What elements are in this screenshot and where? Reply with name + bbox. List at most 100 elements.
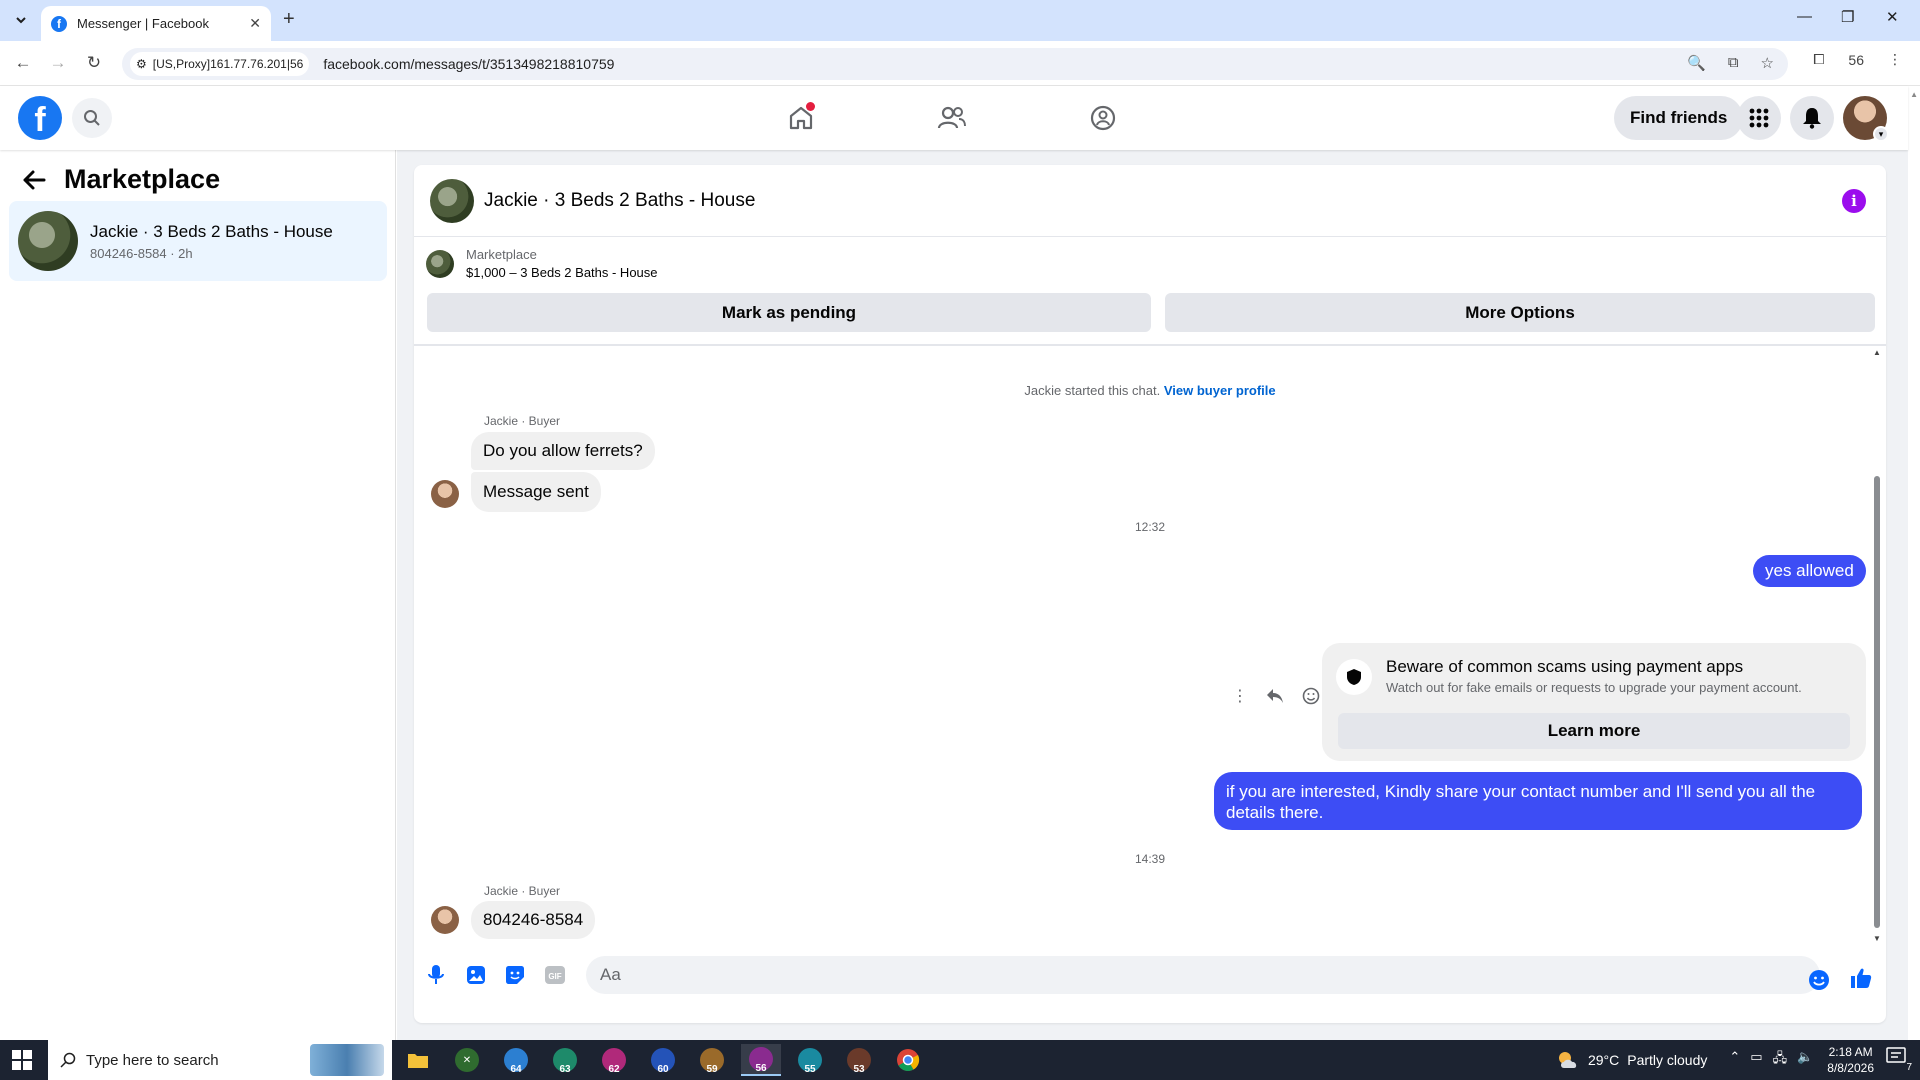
outgoing-message[interactable]: yes allowed: [1753, 555, 1866, 587]
reload-button[interactable]: ↻: [82, 51, 106, 75]
close-window-button[interactable]: ✕: [1886, 8, 1899, 26]
start-button[interactable]: [12, 1050, 32, 1070]
volume-icon[interactable]: 🔈: [1797, 1049, 1813, 1071]
menu-button[interactable]: [1737, 96, 1781, 140]
browser-profile-icon: 64: [504, 1048, 528, 1075]
outgoing-message[interactable]: if you are interested, Kindly share your…: [1214, 772, 1862, 830]
info-icon[interactable]: i: [1842, 189, 1866, 213]
chat-header: Jackie · 3 Beds 2 Baths - House i: [414, 165, 1886, 237]
react-smile-icon[interactable]: [1302, 687, 1320, 705]
sender-label: Jackie · Buyer: [484, 884, 561, 898]
scam-warning-subtitle: Watch out for fake emails or requests to…: [1386, 680, 1802, 695]
browser-profile-icon: 60: [651, 1048, 675, 1075]
send-like-button[interactable]: [1847, 964, 1875, 992]
listing-summary[interactable]: Marketplace $1,000 – 3 Beds 2 Baths - Ho…: [426, 247, 658, 280]
sticker-button[interactable]: [501, 961, 529, 989]
scam-warning-card: Beware of common scams using payment app…: [1322, 643, 1866, 761]
taskbar-app[interactable]: 59: [692, 1044, 732, 1076]
back-arrow-icon[interactable]: [22, 169, 46, 191]
taskbar-search-placeholder: Type here to search: [86, 1051, 219, 1069]
reply-icon[interactable]: [1266, 688, 1284, 704]
scroll-down-arrow[interactable]: ▼: [1873, 934, 1881, 943]
emoji-button[interactable]: [1805, 966, 1833, 994]
groups-icon: [1090, 105, 1116, 131]
view-buyer-profile-link[interactable]: View buyer profile: [1164, 383, 1276, 398]
url-text[interactable]: facebook.com/messages/t/3513498218810759: [323, 56, 614, 72]
taskbar-app[interactable]: 63: [545, 1044, 585, 1076]
attach-photo-button[interactable]: [462, 961, 490, 989]
site-info-chip[interactable]: ⚙ [US,Proxy]161.77.76.201|56: [130, 52, 310, 76]
chat-started-text: Jackie started this chat.: [1024, 383, 1161, 398]
app-x-icon: ✕: [455, 1048, 479, 1072]
incoming-message[interactable]: Do you allow ferrets?: [471, 432, 655, 470]
scroll-up-arrow[interactable]: ▲: [1873, 348, 1881, 357]
new-tab-button[interactable]: +: [283, 8, 295, 31]
minimize-button[interactable]: —: [1797, 8, 1812, 25]
listing-category: Marketplace: [466, 247, 537, 262]
install-app-icon[interactable]: ⧉: [1728, 54, 1739, 72]
notification-center[interactable]: 7: [1886, 1047, 1912, 1073]
taskbar-search[interactable]: Type here to search: [48, 1040, 392, 1080]
proxy-label: [US,Proxy]161.77.76.201|56: [152, 57, 304, 71]
timestamp: 12:32: [1134, 520, 1166, 534]
microphone-icon: [428, 965, 444, 984]
omnibox[interactable]: ⚙ [US,Proxy]161.77.76.201|56 facebook.co…: [122, 48, 1788, 80]
clock[interactable]: 2:18 AM 8/8/2026: [1827, 1044, 1874, 1076]
incoming-message[interactable]: 804246-8584: [471, 901, 596, 939]
taskbar-app[interactable]: ✕: [447, 1044, 487, 1076]
conversation-thumbnail[interactable]: [430, 178, 474, 223]
chat-started-line: Jackie started this chat. View buyer pro…: [414, 383, 1886, 398]
buyer-avatar[interactable]: [431, 906, 459, 934]
timestamp: 14:39: [1134, 852, 1166, 866]
taskbar-app[interactable]: 62: [594, 1044, 634, 1076]
sender-label: Jackie · Buyer: [484, 414, 561, 428]
app-badge-number: 60: [657, 1064, 669, 1075]
network-icon[interactable]: 🖧: [1773, 1049, 1788, 1071]
buyer-avatar[interactable]: [431, 480, 459, 508]
file-explorer-app[interactable]: [398, 1044, 438, 1076]
mark-pending-button[interactable]: Mark as pending: [427, 293, 1151, 332]
taskbar-app[interactable]: 60: [643, 1044, 683, 1076]
incoming-message[interactable]: Message sent: [471, 472, 601, 512]
app-badge-number: 53: [853, 1064, 865, 1075]
bookmark-star-icon[interactable]: ☆: [1761, 54, 1774, 72]
profile-count[interactable]: 56: [1848, 52, 1864, 68]
message-input[interactable]: [586, 956, 1820, 994]
zoom-icon[interactable]: 🔍: [1687, 54, 1706, 72]
gif-button[interactable]: GIF: [541, 961, 569, 989]
account-chevron-icon[interactable]: ▾: [1873, 126, 1889, 142]
chrome-app[interactable]: [888, 1044, 928, 1076]
more-actions-icon[interactable]: ⋮: [1232, 686, 1248, 706]
thread-scrollbar[interactable]: ▲ ▼: [1873, 346, 1881, 943]
facebook-logo-icon[interactable]: f: [18, 96, 62, 140]
tab-close-icon[interactable]: ✕: [249, 15, 261, 32]
chat-list-item[interactable]: Jackie · 3 Beds 2 Baths - House 804246-8…: [9, 201, 387, 281]
nav-groups[interactable]: [1085, 100, 1121, 136]
tab-messenger[interactable]: f Messenger | Facebook ✕: [41, 6, 271, 41]
scrollbar-thumb[interactable]: [1874, 476, 1880, 928]
tab-list-button[interactable]: [9, 8, 33, 32]
conversation-title[interactable]: Jackie · 3 Beds 2 Baths - House: [484, 190, 755, 212]
nav-home[interactable]: [783, 100, 819, 136]
find-friends-button[interactable]: Find friends: [1614, 96, 1744, 140]
back-button[interactable]: ←: [11, 51, 35, 75]
browser-menu-icon[interactable]: ⋮: [1888, 51, 1902, 68]
taskbar-app-active[interactable]: 56: [741, 1044, 781, 1076]
chevron-up-icon[interactable]: ⌃: [1729, 1049, 1740, 1071]
taskbar-app[interactable]: 55: [790, 1044, 830, 1076]
voice-clip-button[interactable]: [422, 961, 450, 989]
extensions-icon[interactable]: ⧠: [1813, 51, 1824, 68]
nav-friends[interactable]: [934, 100, 970, 136]
learn-more-button[interactable]: Learn more: [1338, 713, 1850, 749]
more-options-button[interactable]: More Options: [1165, 293, 1875, 332]
app-badge-number: 55: [804, 1064, 816, 1075]
notifications-button[interactable]: [1790, 96, 1834, 140]
page-scroll-up-arrow[interactable]: ▲: [1910, 90, 1918, 99]
meet-now-icon[interactable]: ▭: [1750, 1049, 1762, 1071]
forward-button[interactable]: →: [46, 51, 70, 75]
weather-widget[interactable]: 29°C Partly cloudy: [1556, 1050, 1707, 1070]
restore-button[interactable]: ❐: [1841, 8, 1854, 26]
search-button[interactable]: [72, 98, 112, 138]
taskbar-app[interactable]: 64: [496, 1044, 536, 1076]
taskbar-app[interactable]: 53: [839, 1044, 879, 1076]
